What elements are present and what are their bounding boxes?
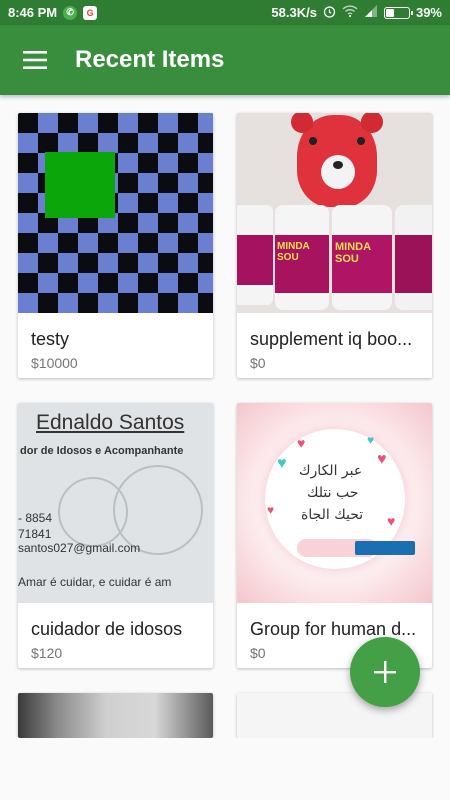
illustration [58, 477, 128, 547]
green-square [45, 152, 115, 218]
item-price: $120 [31, 645, 63, 661]
item-card[interactable]: testy $10000 [18, 113, 213, 378]
tiger-toy [291, 113, 383, 207]
page-title: Recent Items [75, 46, 225, 73]
item-image-calligraphy: ♥ ♥ ♥ ♥ ♥ ♥ عبر الكارك حب نتلك تحيك الجا… [237, 403, 432, 603]
item-image-checkerboard [18, 113, 213, 313]
heart-icon: ♥ [367, 433, 375, 447]
g-icon: G [83, 5, 98, 20]
signal-icon [364, 5, 378, 20]
item-card[interactable]: MINDA SOU MINDA SOU supplement iq boo...… [237, 113, 432, 378]
item-price: $0 [250, 645, 266, 661]
supplement-bottle [395, 205, 432, 310]
hamburger-icon [23, 51, 47, 69]
menu-button[interactable] [0, 25, 70, 95]
item-image-photo [18, 693, 213, 738]
heart-icon: ♥ [387, 513, 396, 529]
bottom-area [0, 738, 450, 800]
item-image-supplements: MINDA SOU MINDA SOU [237, 113, 432, 313]
item-name: supplement iq boo... [250, 329, 413, 349]
item-card[interactable] [18, 693, 213, 738]
item-name: Group for human d... [250, 619, 417, 639]
wifi-icon [342, 5, 358, 20]
item-card[interactable]: ♥ ♥ ♥ ♥ ♥ ♥ عبر الكارك حب نتلك تحيك الجا… [237, 403, 432, 668]
supplement-bottle: MINDA SOU [275, 205, 329, 310]
add-item-button[interactable] [350, 637, 420, 707]
item-card[interactable]: Ednaldo Santos dor de Idosos e Acompanha… [18, 403, 213, 668]
status-bar: 8:46 PM ✆ G 58.3K/s 39% [0, 0, 450, 25]
heart-icon: ♥ [297, 435, 306, 451]
whatsapp-icon: ✆ [63, 5, 78, 20]
heart-icon: ♥ [377, 451, 387, 468]
heart-icon: ♥ [267, 503, 275, 517]
supplement-bottle [237, 205, 273, 305]
item-image-business-card: Ednaldo Santos dor de Idosos e Acompanha… [18, 403, 213, 603]
network-speed: 58.3K/s [271, 5, 317, 20]
battery-icon [383, 6, 413, 19]
alarm-icon [323, 5, 336, 21]
supplement-bottle: MINDA SOU [332, 205, 392, 310]
app-bar: Recent Items [0, 25, 450, 95]
heart-icon: ♥ [277, 455, 287, 472]
item-price: $0 [250, 355, 266, 371]
item-price: $10000 [31, 355, 78, 371]
battery-percent: 39% [415, 5, 442, 20]
logo-badge [355, 541, 415, 555]
status-time: 8:46 PM [8, 5, 58, 20]
item-name: testy [31, 329, 70, 349]
plus-icon [374, 661, 396, 683]
item-name: cuidador de idosos [31, 619, 183, 639]
